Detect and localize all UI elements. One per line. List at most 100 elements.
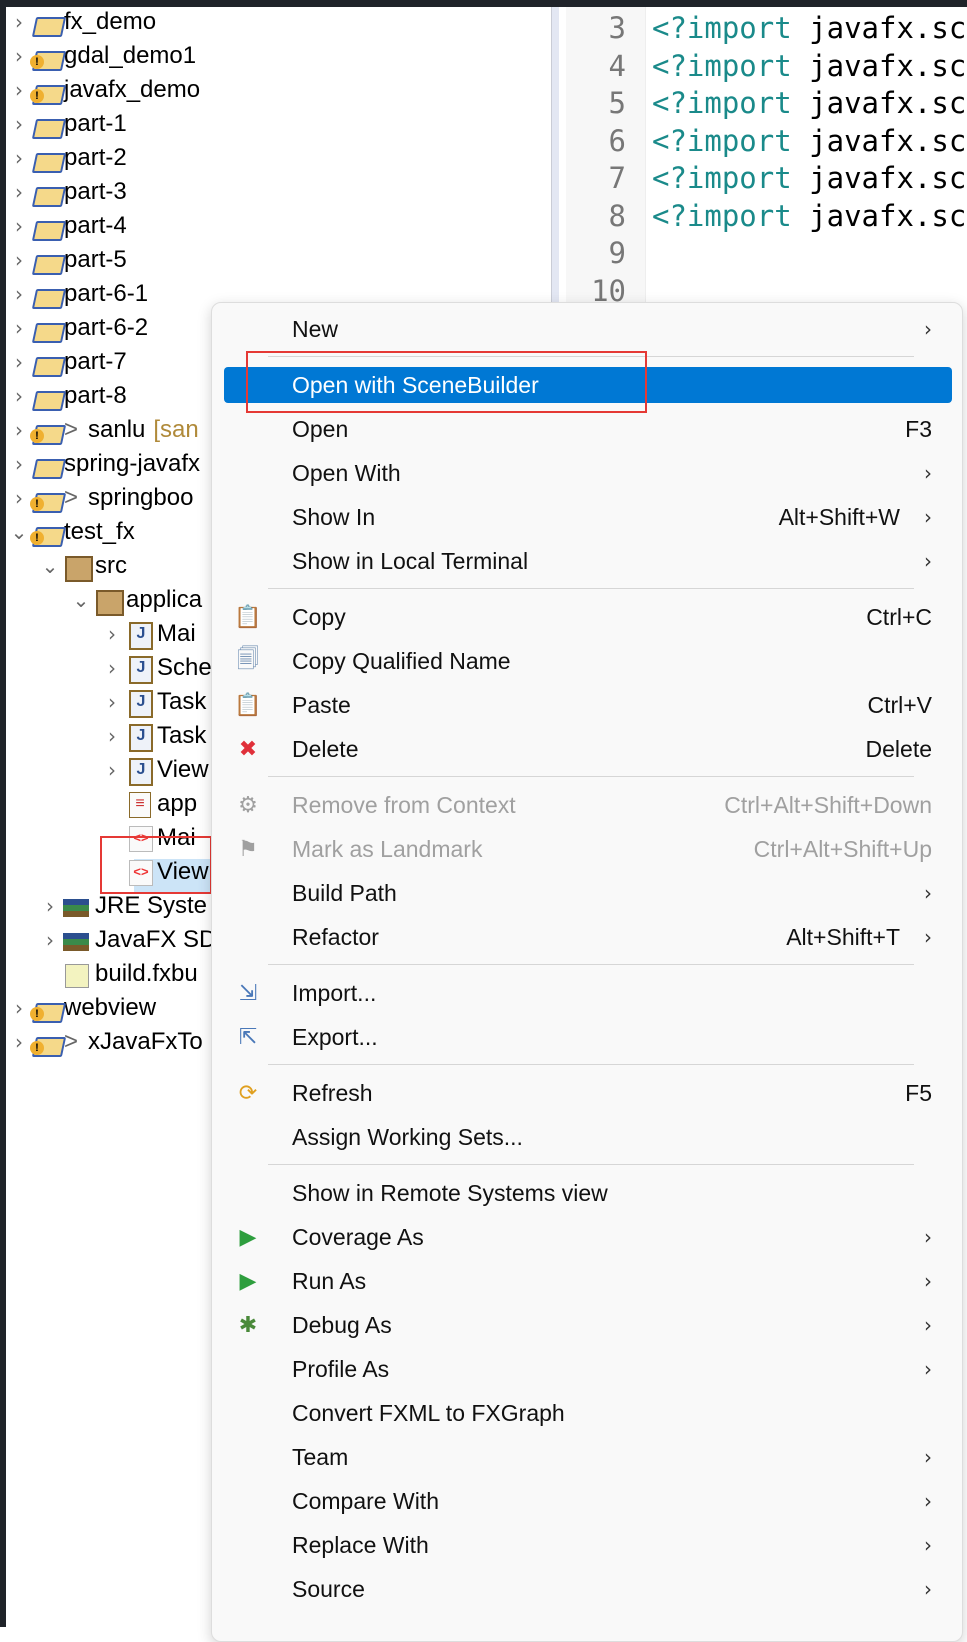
chevron-right-icon: › [924, 317, 932, 341]
chevron-right-icon[interactable]: › [39, 894, 61, 918]
chevron-down-icon[interactable]: ⌄ [8, 520, 30, 544]
tree-item-label: part-1 [64, 110, 127, 137]
tree-item[interactable]: ⌄ test_fx [8, 515, 135, 549]
code-text: javafx.sc [791, 86, 967, 120]
menu-item-assign-working-sets[interactable]: Assign Working Sets... [224, 1117, 952, 1157]
menu-item-profile-as[interactable]: Profile As › [224, 1349, 952, 1389]
chevron-right-icon[interactable]: › [101, 690, 123, 714]
tree-item-label: part-7 [64, 348, 127, 375]
tree-item[interactable]: › part-6-2 [8, 311, 148, 345]
tree-item[interactable]: › part-7 [8, 345, 127, 379]
chevron-down-icon[interactable]: ⌄ [70, 588, 92, 612]
menu-item-mark-as-landmark[interactable]: ⚑ Mark as Landmark Ctrl+Alt+Shift+Up [224, 829, 952, 869]
menu-item-refactor[interactable]: Refactor Alt+Shift+T › [224, 917, 952, 957]
code-line: 9 [566, 234, 652, 272]
code-keyword: <?import [652, 11, 792, 45]
chevron-right-icon[interactable]: › [8, 44, 30, 68]
menu-item-label: Profile As [292, 1355, 390, 1382]
tree-item[interactable]: › part-4 [8, 209, 127, 243]
refresh-icon: ⟳ [238, 1080, 258, 1105]
menu-item-copy[interactable]: 📋 Copy Ctrl+C [224, 597, 952, 637]
chevron-right-icon[interactable]: › [101, 724, 123, 748]
chevron-right-icon[interactable]: › [8, 350, 30, 374]
chevron-right-icon[interactable]: › [8, 1030, 30, 1054]
tree-item[interactable]: › spring-javafx [8, 447, 200, 481]
chevron-right-icon[interactable]: › [8, 180, 30, 204]
menu-separator [268, 964, 914, 965]
menu-item-replace-with[interactable]: Replace With › [224, 1525, 952, 1565]
tree-item[interactable]: › part-8 [8, 379, 127, 413]
tree-item[interactable]: build.fxbu [39, 957, 198, 991]
landmark-icon: ⚑ [238, 836, 258, 861]
tree-item[interactable]: › fx_demo [8, 5, 156, 39]
menu-item-open-with[interactable]: Open With › [224, 453, 952, 493]
menu-item-import[interactable]: ⇲ Import... [224, 973, 952, 1013]
chevron-right-icon[interactable]: › [8, 418, 30, 442]
tree-item[interactable]: › > springboo [8, 481, 193, 515]
menu-item-delete[interactable]: ✖ Delete Delete [224, 729, 952, 769]
tree-item[interactable]: › part-6-1 [8, 277, 148, 311]
chevron-right-icon[interactable]: › [8, 146, 30, 170]
chevron-right-icon[interactable]: › [101, 656, 123, 680]
tree-item[interactable]: › part-3 [8, 175, 127, 209]
chevron-right-icon[interactable]: › [101, 758, 123, 782]
menu-item-coverage-as[interactable]: ▶ Coverage As › [224, 1217, 952, 1257]
tree-item[interactable]: › Sche [101, 651, 212, 685]
chevron-right-icon[interactable]: › [101, 622, 123, 646]
menu-item-compare-with[interactable]: Compare With › [224, 1481, 952, 1521]
code-text: javafx.sc [791, 11, 967, 45]
chevron-right-icon[interactable]: › [8, 78, 30, 102]
tree-item-label: build.fxbu [95, 960, 198, 987]
menu-item-team[interactable]: Team › [224, 1437, 952, 1477]
menu-item-label: Remove from Context [292, 791, 516, 818]
menu-item-build-path[interactable]: Build Path › [224, 873, 952, 913]
menu-item-shortcut: Ctrl+V [867, 691, 932, 718]
tree-item[interactable]: › part-5 [8, 243, 127, 277]
menu-item-refresh[interactable]: ⟳ Refresh F5 [224, 1073, 952, 1113]
tree-item[interactable]: › View [101, 753, 209, 787]
menu-item-show-in-local-terminal[interactable]: Show in Local Terminal › [224, 541, 952, 581]
tree-item[interactable]: › > xJavaFxTo [8, 1025, 203, 1059]
tree-item[interactable]: › webview [8, 991, 156, 1025]
menu-item-debug-as[interactable]: ✱ Debug As › [224, 1305, 952, 1345]
chevron-right-icon[interactable]: › [39, 928, 61, 952]
menu-item-convert-fxml-to-fxgraph[interactable]: Convert FXML to FXGraph [224, 1393, 952, 1433]
menu-item-show-in[interactable]: Show In Alt+Shift+W › [224, 497, 952, 537]
tree-item[interactable]: › Task [101, 685, 206, 719]
tree-item[interactable]: › part-2 [8, 141, 127, 175]
chevron-right-icon[interactable]: › [8, 214, 30, 238]
tree-item[interactable]: › javafx_demo [8, 73, 200, 107]
menu-item-copy-qualified-name[interactable]: 🗐 Copy Qualified Name [224, 641, 952, 681]
menu-item-run-as[interactable]: ▶ Run As › [224, 1261, 952, 1301]
menu-item-new[interactable]: New › [224, 309, 952, 349]
tree-item-label: springboo [88, 484, 194, 511]
tree-item[interactable]: › part-1 [8, 107, 127, 141]
chevron-right-icon[interactable]: › [8, 282, 30, 306]
tree-item[interactable]: › Task [101, 719, 206, 753]
line-number: 5 [608, 86, 626, 120]
chevron-right-icon[interactable]: › [8, 384, 30, 408]
menu-item-export[interactable]: ⇱ Export... [224, 1017, 952, 1057]
chevron-right-icon[interactable]: › [8, 112, 30, 136]
chevron-right-icon[interactable]: › [8, 316, 30, 340]
chevron-right-icon[interactable]: › [8, 486, 30, 510]
chevron-right-icon[interactable]: › [8, 452, 30, 476]
chevron-right-icon[interactable]: › [8, 248, 30, 272]
menu-item-open[interactable]: Open F3 [224, 409, 952, 449]
chevron-right-icon[interactable]: › [8, 996, 30, 1020]
tree-item[interactable]: › Mai [101, 617, 196, 651]
menu-item-show-in-remote-systems-view[interactable]: Show in Remote Systems view [224, 1173, 952, 1213]
menu-item-source[interactable]: Source › [224, 1569, 952, 1609]
tree-item[interactable]: app [101, 787, 197, 821]
chevron-right-icon[interactable]: › [8, 10, 30, 34]
tree-item[interactable]: › > sanlu [san [8, 413, 199, 447]
menu-item-paste[interactable]: 📋 Paste Ctrl+V [224, 685, 952, 725]
menu-item-remove-from-context[interactable]: ⚙ Remove from Context Ctrl+Alt+Shift+Down [224, 785, 952, 825]
chevron-down-icon[interactable]: ⌄ [39, 554, 61, 578]
tree-item-label: app [157, 790, 198, 817]
tree-item[interactable]: ⌄ src [39, 549, 127, 583]
tree-item[interactable]: ⌄ applica [70, 583, 202, 617]
tree-item[interactable]: › JavaFX SD [39, 923, 216, 957]
tree-item[interactable]: › gdal_demo1 [8, 39, 196, 73]
tree-item[interactable]: › JRE Syste [39, 889, 207, 923]
